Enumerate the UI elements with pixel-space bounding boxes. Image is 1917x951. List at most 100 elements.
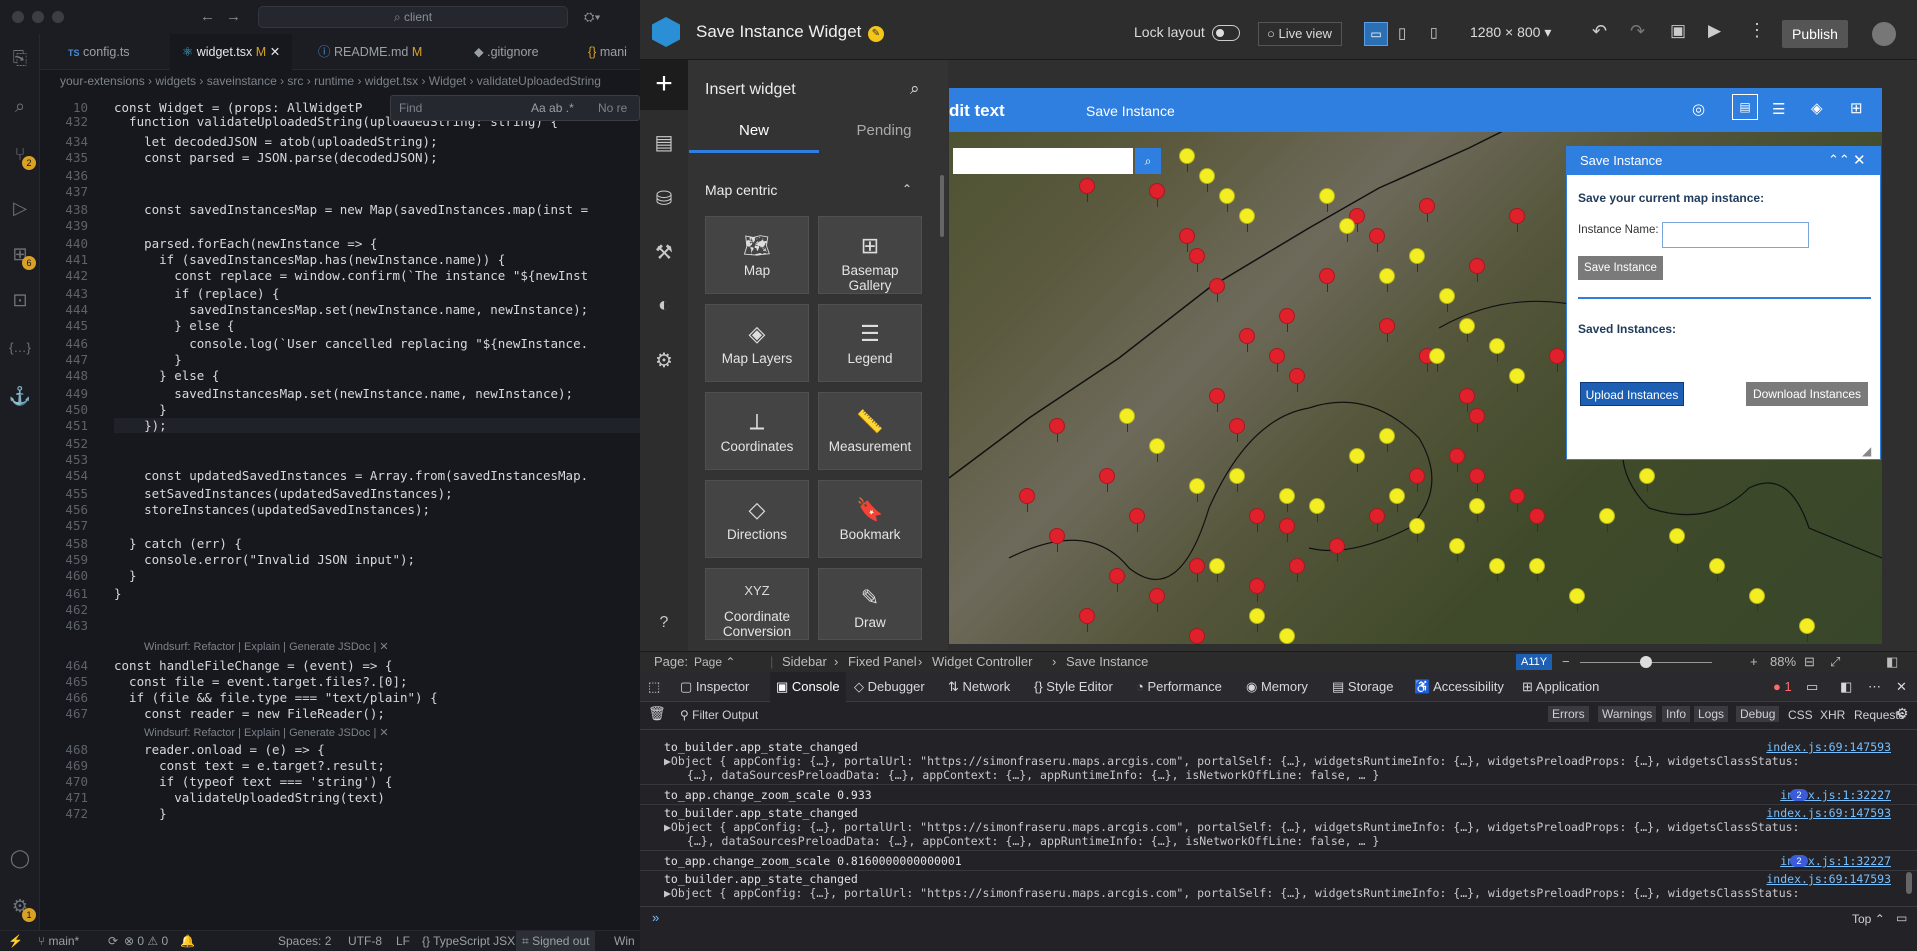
map-marker-yellow[interactable] (1119, 408, 1135, 432)
map-marker-yellow[interactable] (1469, 498, 1485, 522)
minimize-window-button[interactable] (32, 11, 44, 23)
instance-name-input[interactable] (1662, 222, 1809, 248)
map-marker-red[interactable] (1149, 588, 1165, 612)
help-icon[interactable]: ? (652, 614, 676, 638)
tab-performance[interactable]: ◔ Performance (1136, 672, 1222, 702)
widget-coordinates[interactable]: ⟂ Coordinates (705, 392, 809, 470)
map-marker-red[interactable] (1079, 178, 1095, 202)
map-marker-red[interactable] (1019, 488, 1035, 512)
map-marker-yellow[interactable] (1189, 478, 1205, 502)
map-marker-yellow[interactable] (1459, 318, 1475, 342)
json-icon[interactable]: {…} (8, 336, 32, 360)
console-settings-icon[interactable]: ⚙ (1896, 705, 1909, 722)
crumb-widget-controller[interactable]: Widget Controller (932, 652, 1032, 672)
expand-icon[interactable]: ⤢ (1830, 652, 1840, 672)
map-marker-red[interactable] (1469, 468, 1485, 492)
run-debug-icon[interactable]: ▷ (8, 196, 32, 220)
code-line[interactable]: savedInstancesMap.set(newInstance.name, … (114, 386, 573, 401)
tab-network[interactable]: ⇅ Network (948, 672, 1010, 702)
map-marker-red[interactable] (1269, 348, 1285, 372)
filter-info[interactable]: Info (1662, 706, 1691, 722)
widget-map-layers[interactable]: ◈ Map Layers (705, 304, 809, 382)
find-widget[interactable]: Find Aa ab .* No re (390, 95, 640, 121)
match-case-option[interactable]: Aa (531, 101, 546, 115)
tab-widget-tsx[interactable]: ⚛ widget.tsx M ✕ (170, 34, 293, 70)
map-marker-yellow[interactable] (1349, 448, 1365, 472)
filter-warnings[interactable]: Warnings (1598, 706, 1657, 722)
filter-logs[interactable]: Logs (1694, 706, 1729, 722)
map-marker-yellow[interactable] (1799, 618, 1815, 642)
map-marker-yellow[interactable] (1639, 468, 1655, 492)
data-icon[interactable]: ⛁ (652, 186, 676, 210)
map-marker-red[interactable] (1379, 318, 1395, 342)
map-marker-red[interactable] (1369, 508, 1385, 532)
crumb-save-instance[interactable]: Save Instance (1066, 652, 1148, 672)
map-marker-yellow[interactable] (1199, 168, 1215, 192)
map-marker-red[interactable] (1289, 558, 1305, 582)
crumb-fixed-panel[interactable]: Fixed Panel (848, 652, 917, 672)
explorer-icon[interactable]: ⎘ (8, 46, 32, 70)
map-marker-red[interactable] (1189, 248, 1205, 272)
a11y-badge[interactable]: A11Y (1516, 654, 1553, 670)
map-marker-yellow[interactable] (1529, 558, 1545, 582)
save-instance-button[interactable]: Save Instance (1578, 256, 1663, 280)
back-arrow-icon[interactable]: ← (200, 8, 215, 25)
upload-instances-button[interactable]: Upload Instances (1580, 382, 1684, 406)
page-select[interactable]: Page ⌃ (694, 652, 735, 672)
code-editor[interactable]: 10 const Widget = (props: AllWidgetP 432 f… (40, 92, 640, 928)
zoom-out-icon[interactable]: − (1562, 652, 1570, 672)
map-marker-red[interactable] (1109, 568, 1125, 592)
map-marker-yellow[interactable] (1449, 538, 1465, 562)
code-line[interactable]: const replace = window.confirm(`The inst… (114, 268, 588, 283)
code-line[interactable]: console.error("Invalid JSON input"); (114, 552, 415, 567)
map-marker-red[interactable] (1279, 308, 1295, 332)
map-marker-red[interactable] (1509, 208, 1525, 232)
widget-bookmark[interactable]: 🔖 Bookmark (818, 480, 922, 558)
tab-storage[interactable]: ▤ Storage (1332, 672, 1393, 702)
encoding-status[interactable]: UTF-8 (348, 931, 382, 951)
map-marker-red[interactable] (1289, 368, 1305, 392)
tab-accessibility[interactable]: ♿ Accessibility (1414, 672, 1504, 702)
tab-style-editor[interactable]: {} Style Editor (1034, 672, 1113, 702)
context-selector[interactable]: Top ⌃ (1852, 912, 1885, 926)
code-line[interactable]: storeInstances(updatedSavedInstances); (114, 502, 430, 517)
code-line[interactable]: const text = e.target?.result; (114, 758, 385, 773)
code-line[interactable]: }); (114, 418, 640, 433)
fit-icon[interactable]: ⊟ (1804, 652, 1815, 672)
chevron-up-icon[interactable]: ⌃ (902, 182, 912, 196)
map-marker-red[interactable] (1249, 578, 1265, 602)
map-marker-red[interactable] (1179, 228, 1195, 252)
widget-draw[interactable]: ✎ Draw (818, 568, 922, 640)
save-icon[interactable]: ▣ (1670, 21, 1686, 41)
map-marker-red[interactable] (1409, 468, 1425, 492)
map-marker-yellow[interactable] (1389, 488, 1405, 512)
map-marker-yellow[interactable] (1179, 148, 1195, 172)
map-marker-red[interactable] (1469, 408, 1485, 432)
map-marker-yellow[interactable] (1709, 558, 1725, 582)
panel-scrollbar[interactable] (940, 175, 944, 237)
app-settings-icon[interactable]: ⚙ (652, 348, 676, 372)
copilot-icon[interactable]: ⛭▾ (584, 9, 601, 25)
signin-status[interactable]: ⌗ Signed out (516, 931, 596, 951)
map-marker-yellow[interactable] (1249, 608, 1265, 632)
map-marker-yellow[interactable] (1489, 338, 1505, 362)
code-line[interactable]: } (114, 586, 122, 601)
map-marker-yellow[interactable] (1409, 248, 1425, 272)
find-options[interactable]: Aa ab .* (531, 96, 574, 120)
page-icon[interactable]: ▤ (652, 130, 676, 154)
command-search-input[interactable]: ⌕ client (258, 6, 568, 28)
map-marker-red[interactable] (1239, 328, 1255, 352)
remote-icon[interactable]: ⚡ (8, 931, 23, 951)
map-marker-yellow[interactable] (1439, 288, 1455, 312)
code-line[interactable]: console.log(`User cancelled replacing "$… (114, 336, 588, 351)
close-window-button[interactable] (12, 11, 24, 23)
filter-css[interactable]: CSS (1788, 708, 1813, 722)
map-marker-yellow[interactable] (1309, 498, 1325, 522)
tab-readme-md[interactable]: ⓘ README.md M (306, 34, 434, 70)
map-marker-red[interactable] (1249, 508, 1265, 532)
tab-inspector[interactable]: ▢ Inspector (680, 672, 749, 702)
tab-new[interactable]: New (689, 122, 819, 139)
code-line[interactable]: } (114, 352, 182, 367)
tab-application[interactable]: ⊞ Application (1522, 672, 1599, 702)
account-icon[interactable]: ◯ (8, 846, 32, 870)
